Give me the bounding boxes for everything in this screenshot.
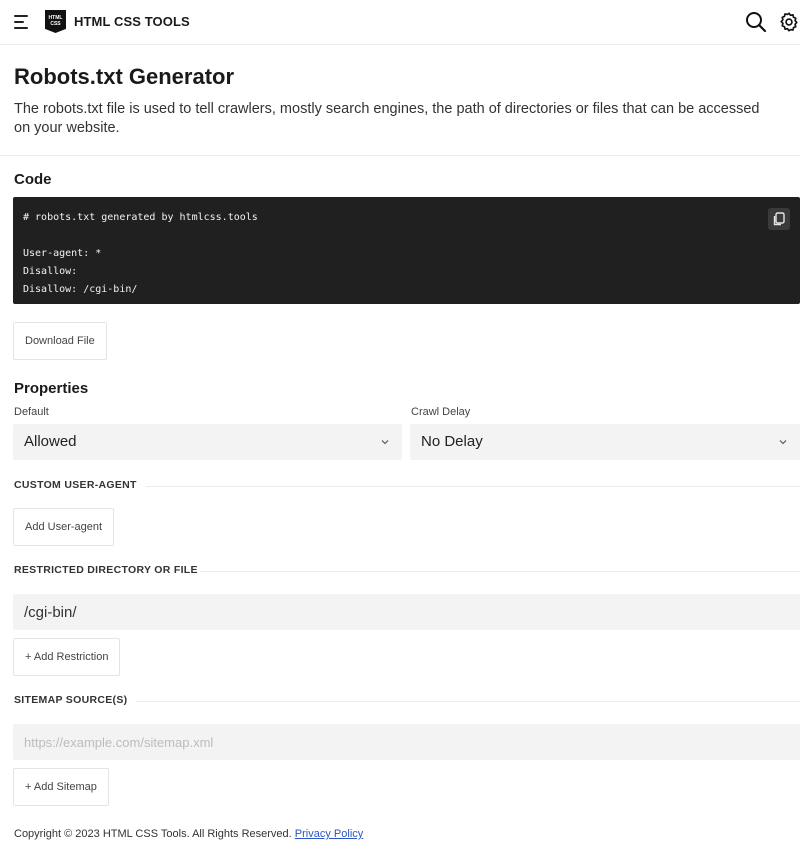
code-line: User-agent: * bbox=[23, 248, 102, 259]
divider bbox=[146, 486, 800, 487]
divider bbox=[0, 155, 800, 156]
default-select[interactable]: Allowed bbox=[13, 424, 402, 460]
restricted-directory-title: RESTRICTED DIRECTORY OR FILE bbox=[14, 564, 198, 576]
page-description: The robots.txt file is used to tell craw… bbox=[14, 101, 760, 136]
add-restriction-button[interactable]: + Add Restriction bbox=[13, 638, 121, 676]
search-icon[interactable] bbox=[745, 11, 767, 33]
crawl-delay-select[interactable]: No Delay bbox=[410, 424, 800, 460]
chevron-down-icon bbox=[381, 440, 389, 445]
restricted-path-input[interactable] bbox=[13, 594, 800, 630]
divider bbox=[136, 701, 800, 702]
footer: Copyright © 2023 HTML CSS Tools. All Rig… bbox=[14, 828, 363, 840]
top-header: HTML CSS HTML CSS TOOLS bbox=[0, 0, 800, 45]
properties-section-title: Properties bbox=[14, 380, 89, 397]
code-line: # robots.txt generated by htmlcss.tools bbox=[23, 212, 258, 223]
crawl-delay-label: Crawl Delay bbox=[411, 406, 471, 418]
brand-name[interactable]: HTML CSS TOOLS bbox=[74, 14, 190, 29]
sitemap-url-input[interactable] bbox=[13, 724, 800, 760]
hamburger-menu-icon[interactable] bbox=[14, 14, 30, 30]
code-section-title: Code bbox=[14, 171, 52, 188]
default-select-value: Allowed bbox=[24, 433, 77, 450]
code-line: Disallow: bbox=[23, 266, 78, 277]
add-user-agent-button[interactable]: Add User-agent bbox=[13, 508, 115, 546]
code-block[interactable]: # robots.txt generated by htmlcss.tools … bbox=[13, 197, 800, 304]
gear-icon[interactable] bbox=[778, 11, 800, 33]
code-line: Disallow: /cgi-bin/ bbox=[23, 284, 138, 295]
custom-user-agent-title: CUSTOM USER-AGENT bbox=[14, 479, 137, 491]
crawl-delay-select-value: No Delay bbox=[421, 433, 483, 450]
chevron-down-icon bbox=[779, 440, 787, 445]
download-file-button[interactable]: Download File bbox=[13, 322, 107, 360]
copy-icon bbox=[773, 212, 785, 226]
divider bbox=[200, 571, 800, 572]
sitemap-sources-title: SITEMAP SOURCE(S) bbox=[14, 694, 128, 706]
add-sitemap-button[interactable]: + Add Sitemap bbox=[13, 768, 109, 806]
copyright-text: Copyright © 2023 HTML CSS Tools. All Rig… bbox=[14, 828, 292, 840]
copy-button[interactable] bbox=[768, 208, 790, 230]
site-logo[interactable]: HTML CSS bbox=[45, 10, 66, 33]
page-title: Robots.txt Generator bbox=[14, 64, 235, 89]
default-label: Default bbox=[14, 406, 49, 418]
privacy-policy-link[interactable]: Privacy Policy bbox=[295, 828, 363, 840]
logo-text-bottom: CSS bbox=[50, 21, 61, 27]
